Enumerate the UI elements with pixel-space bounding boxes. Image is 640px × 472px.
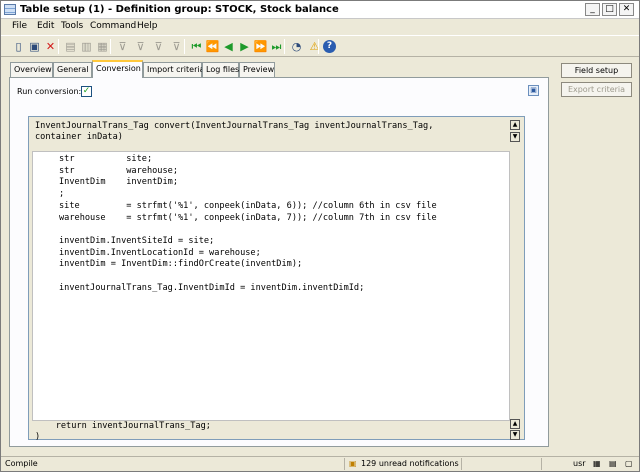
last-record-icon[interactable]: ⏭ bbox=[269, 39, 284, 54]
tab-import-criteria[interactable]: Import criteria bbox=[143, 62, 204, 77]
code-line: str warehouse; bbox=[59, 165, 178, 176]
go-to-main-table-icon[interactable]: ◔ bbox=[289, 39, 304, 54]
filter-icon[interactable]: ⊽ bbox=[115, 39, 130, 54]
previous-record-icon[interactable]: ◀ bbox=[221, 39, 236, 54]
method-footer-line: ) bbox=[35, 432, 41, 442]
help-icon[interactable]: ? bbox=[323, 40, 336, 53]
code-editor: InventJournalTrans_Tag convert(InventJou… bbox=[28, 116, 525, 443]
code-body-textarea[interactable]: str site; str warehouse; InventDim inventD… bbox=[32, 151, 510, 421]
table-setup-window: Table setup (1) - Definition group: STOC… bbox=[0, 0, 640, 472]
save-icon[interactable]: ▣ bbox=[27, 39, 42, 54]
method-header-line: container inData) bbox=[35, 132, 123, 142]
tab-overview[interactable]: Overview bbox=[10, 62, 53, 77]
footer-scroll-up-button[interactable]: ▲ bbox=[510, 419, 520, 429]
code-line: inventDim.InventLocationId = warehouse; bbox=[59, 247, 261, 258]
print-preview-icon[interactable]: ▥ bbox=[79, 39, 94, 54]
conversion-panel: Run conversion: ✓ InventJournalTrans_Tag… bbox=[9, 77, 549, 447]
restore-button[interactable]: □ bbox=[602, 3, 617, 16]
tab-preview[interactable]: Preview bbox=[239, 62, 275, 77]
remove-filter-icon[interactable]: ⊽ bbox=[169, 39, 184, 54]
delete-icon[interactable]: ✕ bbox=[43, 39, 58, 54]
previous-page-icon[interactable]: ⏪ bbox=[205, 39, 220, 54]
field-setup-button[interactable]: Field setup bbox=[561, 63, 632, 78]
table-icon bbox=[4, 4, 16, 15]
alert-icon[interactable]: ⚠ bbox=[307, 39, 322, 54]
new-icon[interactable]: ▯ bbox=[11, 39, 26, 54]
menu-help[interactable]: Help bbox=[137, 21, 158, 31]
toolbar-separator bbox=[58, 39, 59, 54]
next-record-icon[interactable]: ▶ bbox=[237, 39, 252, 54]
toolbar-separator bbox=[184, 39, 185, 54]
next-page-icon[interactable]: ⏩ bbox=[253, 39, 268, 54]
code-line: site = strfmt('%1', conpeek(inData, 6));… bbox=[59, 200, 437, 211]
code-line: warehouse = strfmt('%1', conpeek(inData,… bbox=[59, 212, 437, 223]
status-layout-icon[interactable]: ▤ bbox=[609, 459, 617, 468]
tab-control: Overview General Conversion Import crite… bbox=[9, 60, 549, 447]
method-header-line: InventJournalTrans_Tag convert(InventJou… bbox=[35, 121, 434, 131]
window-title: Table setup (1) - Definition group: STOC… bbox=[20, 4, 339, 15]
toolbar-separator bbox=[110, 39, 111, 54]
toolbar: ▯ ▣ ✕ ▤ ▥ ▦ ⊽ ⊽ ⊽ ⊽ ⏮ ⏪ ◀ ▶ ⏩ ⏭ ◔ ⚠? bbox=[1, 35, 639, 57]
conversion-options-icon[interactable]: ▣ bbox=[528, 85, 539, 96]
notification-icon[interactable]: ▣ bbox=[349, 459, 357, 468]
menu-tools[interactable]: Tools bbox=[61, 21, 83, 31]
method-header: InventJournalTrans_Tag convert(InventJou… bbox=[35, 121, 433, 143]
header-scroll-up-button[interactable]: ▲ bbox=[510, 120, 520, 130]
code-line: str site; bbox=[59, 154, 153, 164]
status-grid-icon[interactable]: ▦ bbox=[593, 459, 601, 468]
code-line: inventDim = InventDim::findOrCreate(inve… bbox=[59, 259, 303, 270]
toolbar-separator bbox=[284, 39, 285, 54]
menu-bar: File Edit Tools Command Help bbox=[1, 19, 639, 34]
tab-conversion[interactable]: Conversion bbox=[92, 60, 143, 78]
menu-edit[interactable]: Edit bbox=[37, 21, 54, 31]
title-bar: Table setup (1) - Definition group: STOC… bbox=[1, 1, 639, 19]
method-footer: return inventJournalTrans_Tag;) bbox=[35, 421, 211, 443]
tab-log-files[interactable]: Log files bbox=[202, 62, 239, 77]
notifications-count[interactable]: 129 unread notifications bbox=[361, 459, 459, 468]
export-icon[interactable]: ▦ bbox=[95, 39, 110, 54]
menu-file[interactable]: File bbox=[12, 21, 27, 31]
status-bar: Compile ▣ 129 unread notifications usr ▦… bbox=[1, 456, 639, 471]
code-lines: str site; str warehouse; InventDim inventD… bbox=[59, 154, 437, 294]
tab-general[interactable]: General bbox=[53, 62, 92, 77]
run-conversion-checkbox[interactable]: ✓ bbox=[81, 86, 92, 97]
code-line: ; bbox=[59, 189, 65, 200]
status-text: Compile bbox=[5, 459, 38, 468]
close-button[interactable]: ✕ bbox=[619, 3, 634, 16]
advanced-filter-icon[interactable]: ⊽ bbox=[151, 39, 166, 54]
code-line: inventJournalTrans_Tag.InventDimId = inv… bbox=[59, 282, 365, 293]
menu-command[interactable]: Command bbox=[90, 21, 136, 31]
code-line: InventDim inventDim; bbox=[59, 177, 178, 188]
code-line: inventDim.InventSiteId = site; bbox=[59, 235, 215, 246]
status-user: usr bbox=[573, 459, 586, 468]
filter-by-selection-icon[interactable]: ⊽ bbox=[133, 39, 148, 54]
header-scroll-down-button[interactable]: ▼ bbox=[510, 132, 520, 142]
print-icon[interactable]: ▤ bbox=[63, 39, 78, 54]
footer-scroll-down-button[interactable]: ▼ bbox=[510, 430, 520, 440]
export-criteria-button: Export criteria bbox=[561, 82, 632, 97]
method-footer-line: return inventJournalTrans_Tag; bbox=[35, 421, 211, 431]
status-window-icon[interactable]: ▢ bbox=[625, 459, 633, 468]
run-conversion-label: Run conversion: bbox=[17, 87, 82, 96]
toolbar-separator bbox=[318, 39, 319, 54]
minimize-button[interactable]: _ bbox=[585, 3, 600, 16]
first-record-icon[interactable]: ⏮ bbox=[189, 39, 204, 54]
